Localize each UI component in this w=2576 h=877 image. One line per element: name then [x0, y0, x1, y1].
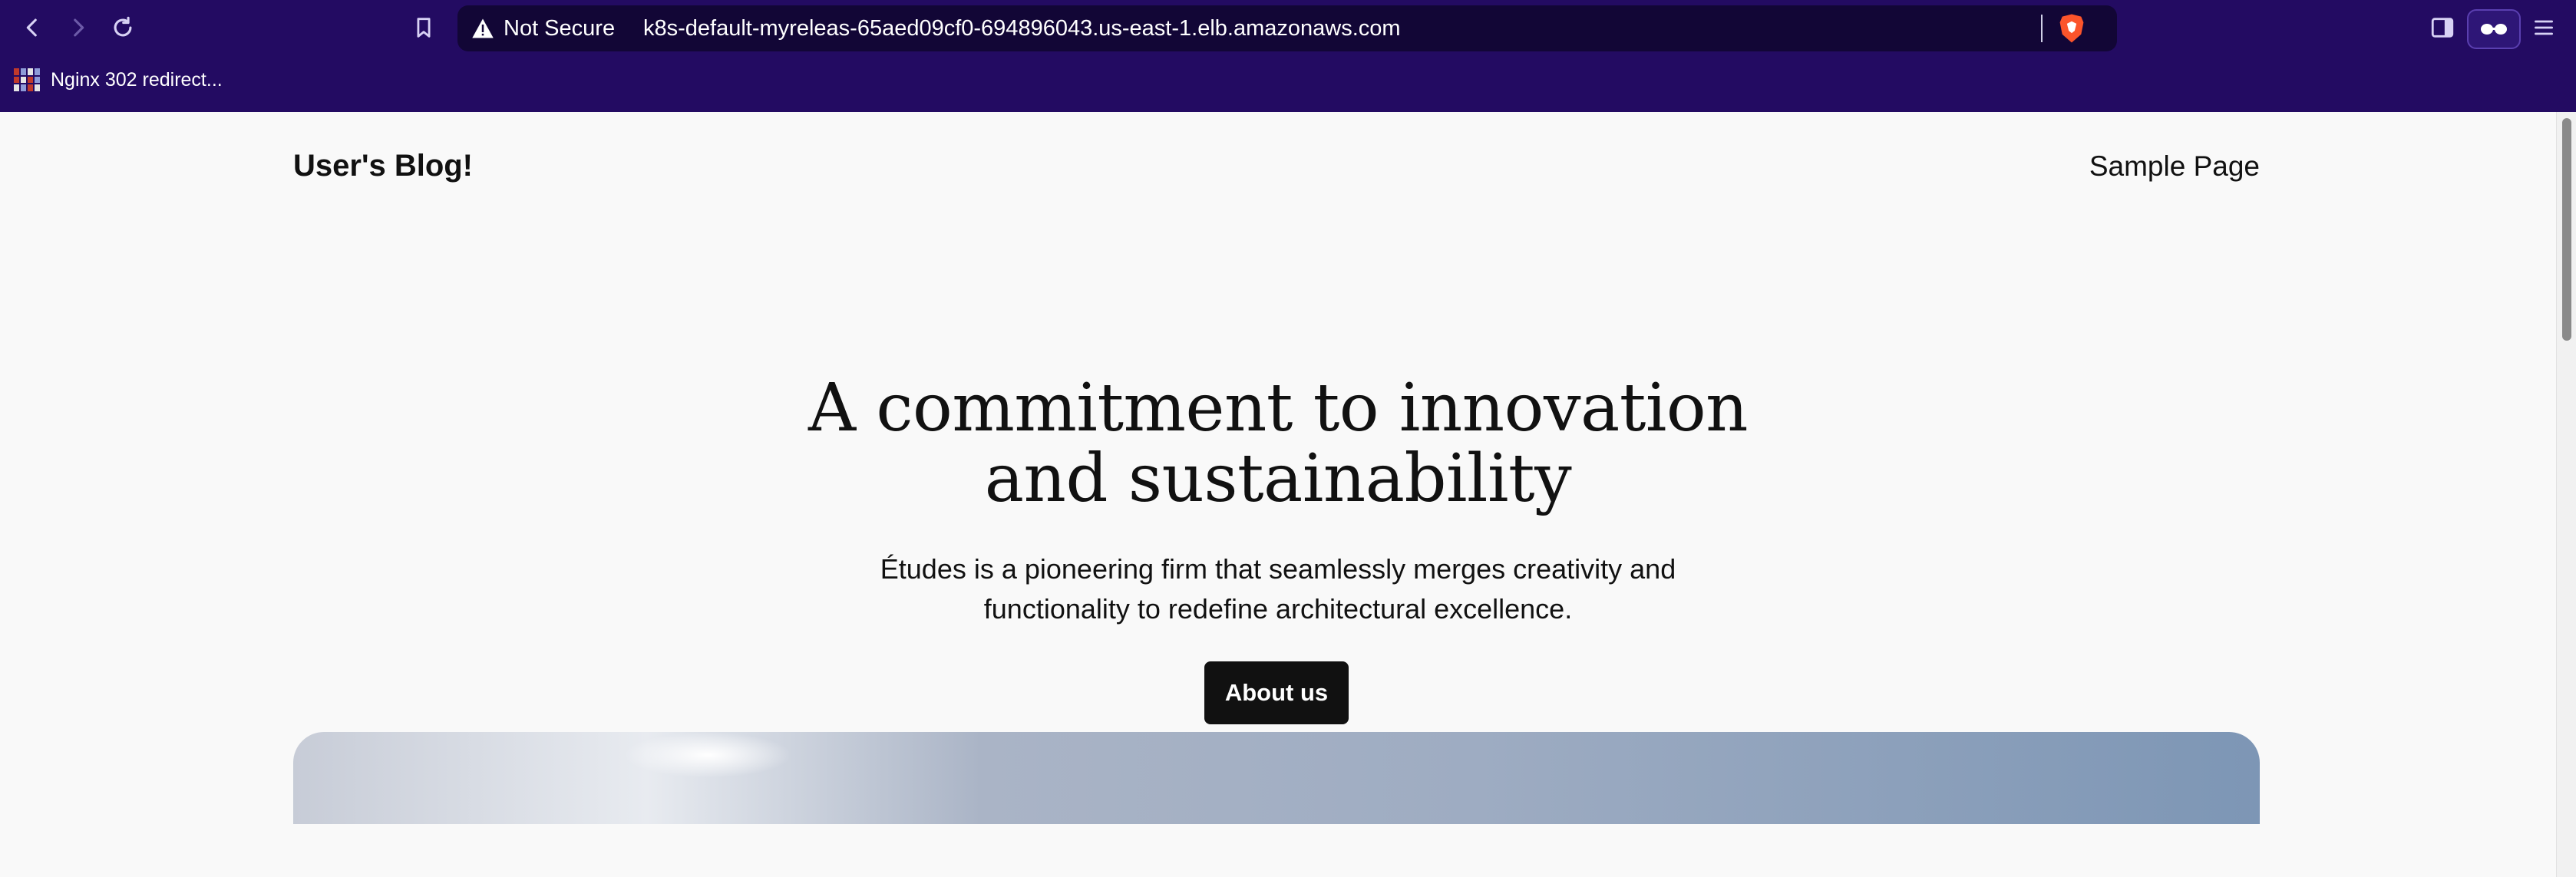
forward-button[interactable] — [61, 11, 95, 45]
about-us-button[interactable]: About us — [1204, 661, 1349, 724]
bookmark-nginx-redirect[interactable]: Nginx 302 redirect... — [14, 64, 223, 95]
bookmark-button[interactable] — [407, 11, 441, 45]
back-button[interactable] — [15, 11, 49, 45]
scrollbar-thumb[interactable] — [2562, 118, 2571, 341]
hero-image — [293, 732, 2260, 824]
url-separator — [2041, 15, 2043, 42]
main-menu-button[interactable] — [2527, 11, 2561, 45]
browser-chrome: Not Secure k8s-default-myreleas-65aed09c… — [0, 0, 2576, 112]
glasses-icon — [2481, 24, 2507, 35]
sidebar-icon — [2431, 18, 2454, 38]
address-bar[interactable]: Not Secure k8s-default-myreleas-65aed09c… — [457, 5, 2117, 51]
hero-heading: A commitment to innovation and sustainab… — [0, 373, 2556, 514]
nav-link-sample-page[interactable]: Sample Page — [2089, 150, 2260, 183]
speedreader-button[interactable] — [2467, 9, 2521, 49]
hero-description: Études is a pioneering firm that seamles… — [0, 549, 2556, 629]
bookmark-icon — [417, 18, 431, 38]
security-label[interactable]: Not Secure — [504, 16, 615, 41]
menu-icon — [2535, 20, 2553, 35]
brave-shield-icon[interactable] — [2057, 13, 2086, 44]
page-scrollbar[interactable] — [2556, 112, 2576, 877]
reload-icon — [114, 16, 132, 37]
hero-heading-line-1: A commitment to innovation — [807, 370, 1749, 447]
hero-description-line-1: Études is a pioneering firm that seamles… — [880, 553, 1676, 585]
back-icon — [26, 18, 37, 37]
forward-icon — [74, 18, 84, 37]
sidebar-toggle-button[interactable] — [2426, 11, 2459, 45]
reload-button[interactable] — [106, 11, 140, 45]
bookmark-favicon-icon — [14, 68, 40, 91]
url-text[interactable]: k8s-default-myreleas-65aed09cf0-69489604… — [643, 16, 1401, 41]
site-title[interactable]: User's Blog! — [293, 149, 473, 183]
hero-description-line-2: functionality to redefine architectural … — [983, 593, 1573, 625]
hero-heading-line-2: and sustainability — [984, 440, 1572, 517]
bookmark-label: Nginx 302 redirect... — [51, 68, 223, 91]
warning-icon — [472, 18, 494, 38]
